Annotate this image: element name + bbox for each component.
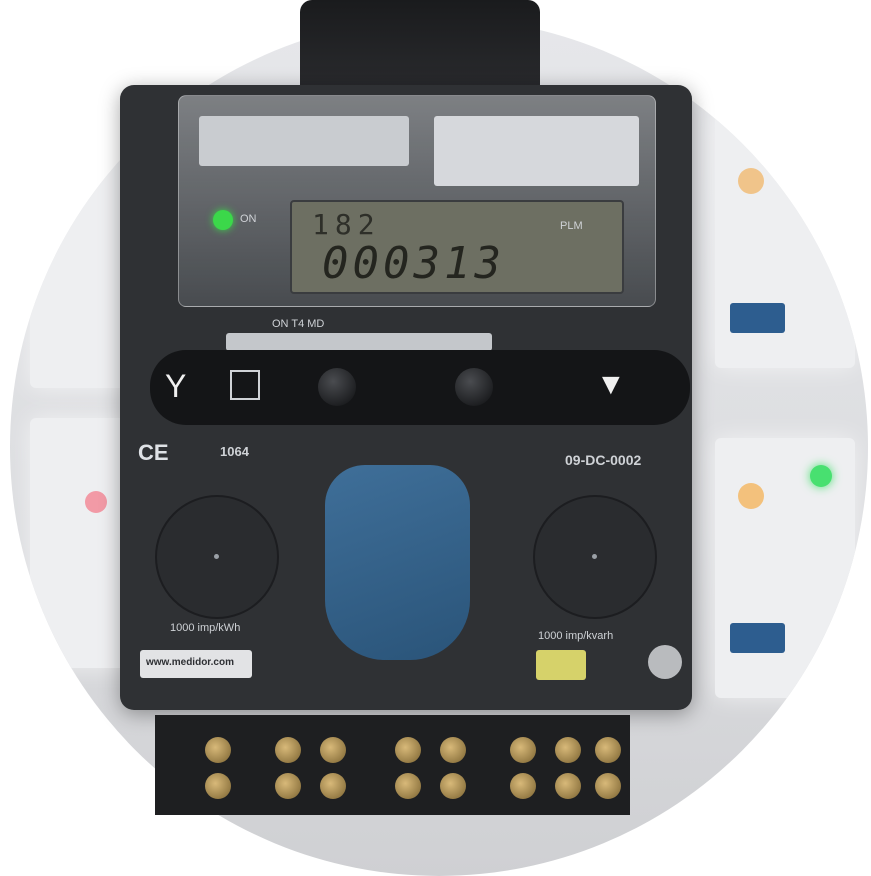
optical-port-label [226,333,492,351]
square-icon [230,370,260,400]
terminal-screw [595,773,621,799]
info-label [434,116,639,186]
reset-button[interactable] [648,645,682,679]
amber-led-bottom [738,483,764,509]
left-rate-label: 1000 imp/kWh [170,622,241,634]
control-bar: Y ▼ [150,350,690,425]
pulse-led-left [155,495,279,619]
on-label: ON [240,213,257,225]
terminal-screw [395,773,421,799]
blue-seal-cap [325,465,470,660]
brand-label: www.medidor.com [146,657,234,668]
terminal-screw [205,737,231,763]
pink-led-left [85,491,107,513]
terminal-screw [440,773,466,799]
filter-icon: ▼ [596,368,626,401]
lcd-top-readout: 182 [312,208,381,241]
on-led [213,210,233,230]
terminal-screw [275,773,301,799]
right-rate-label: 1000 imp/kvarh [538,630,614,642]
background-panel-right-bottom [715,438,855,698]
terminal-screw [205,773,231,799]
meter-top-cap [300,0,540,92]
blue-tag-right [730,303,785,333]
lcd-main-readout: 000313 [322,238,505,289]
terminal-screw [555,737,581,763]
ce-mark: CE [138,440,169,465]
pulse-led-right [533,495,657,619]
brand-sticker: www.medidor.com [140,650,252,678]
terminal-screw [555,773,581,799]
yellow-sticker [536,650,586,680]
terminal-screw [395,737,421,763]
terminal-screw [320,737,346,763]
serial-label [199,116,409,166]
terminal-screw [510,773,536,799]
terminal-screw [440,737,466,763]
lcd-display: 182 000313 [290,200,624,294]
right-cert-number: 09-DC-0002 [565,452,642,468]
terminal-screw [320,773,346,799]
terminal-screw [595,737,621,763]
terminal-block [155,715,630,815]
terminal-screw [510,737,536,763]
left-cert-number: 1064 [220,444,249,459]
left-knob[interactable] [318,368,356,406]
star-connection-icon: Y [165,368,187,404]
green-led-right [810,465,832,487]
terminal-screw [275,737,301,763]
plm-label: PLM [560,220,583,232]
right-knob[interactable] [455,368,493,406]
amber-led-top [738,168,764,194]
buttons-label: ON T4 MD [272,318,325,330]
blue-tag-right-lower [730,623,785,653]
